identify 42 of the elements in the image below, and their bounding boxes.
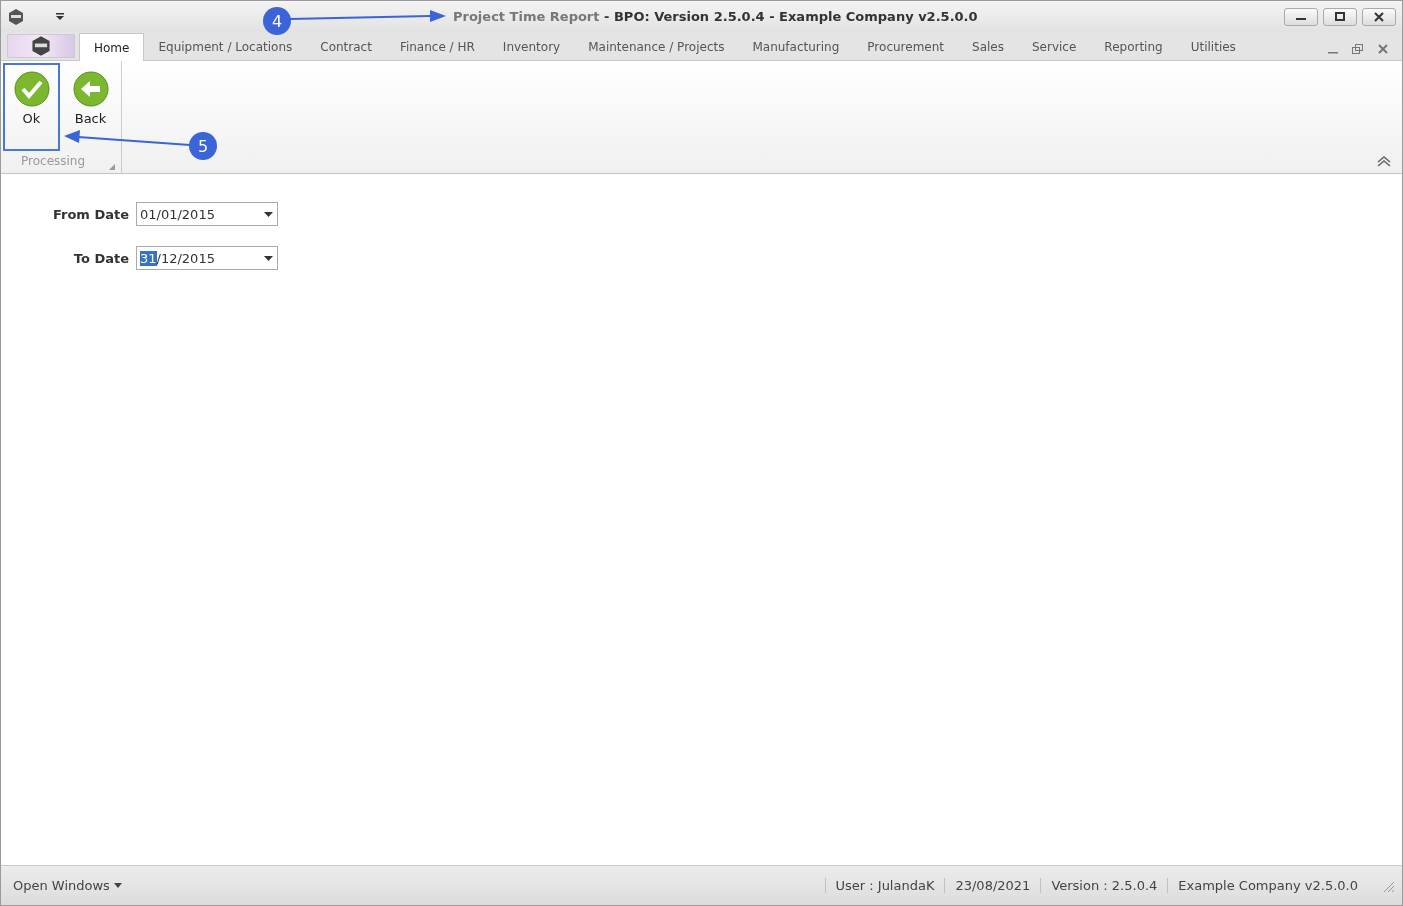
- maximize-icon: [1335, 12, 1345, 21]
- ribbon-tab[interactable]: Maintenance / Projects: [574, 33, 739, 60]
- application-menu-button[interactable]: [7, 34, 75, 58]
- date-field[interactable]: 01/01/2015: [136, 202, 278, 226]
- restore-icon[interactable]: [1352, 44, 1364, 54]
- ribbon-tab[interactable]: Procurement: [853, 33, 959, 60]
- dialog-launcher-icon[interactable]: [109, 164, 116, 170]
- dropdown-caret-icon[interactable]: [264, 211, 273, 217]
- dropdown-caret-icon[interactable]: [55, 12, 65, 21]
- app-logo-icon[interactable]: [7, 7, 25, 26]
- ribbon-button[interactable]: Ok: [3, 63, 60, 151]
- ribbon-tab[interactable]: Equipment / Locations: [144, 33, 307, 60]
- ribbon-tab[interactable]: Contract: [306, 33, 386, 60]
- app-logo-icon: [30, 35, 52, 57]
- dropdown-caret-icon[interactable]: [264, 255, 273, 261]
- status-item: User : JulandaK: [824, 878, 945, 893]
- close-button[interactable]: [1362, 7, 1396, 26]
- group-label: Processing: [21, 154, 86, 170]
- ribbon-tab[interactable]: Inventory: [488, 33, 575, 60]
- status-item: Example Company v2.5.0.0: [1167, 878, 1368, 893]
- checkmark-icon: [13, 71, 50, 107]
- status-item: 23/08/2021: [944, 878, 1041, 893]
- minimize-button[interactable]: [1284, 7, 1318, 26]
- maximize-button[interactable]: [1323, 7, 1357, 26]
- ribbon-tab[interactable]: Sales: [958, 33, 1018, 60]
- status-item: Version : 2.5.0.4: [1040, 878, 1168, 893]
- ribbon-button[interactable]: Back: [62, 63, 119, 151]
- field-label: To Date: [72, 250, 129, 266]
- caret-icon: [113, 883, 122, 888]
- ribbon-tab[interactable]: Utilities: [1176, 33, 1250, 60]
- ribbon-tab[interactable]: Home: [79, 33, 145, 61]
- collapse-ribbon-icon[interactable]: [1376, 155, 1392, 167]
- field-label: From Date: [51, 206, 129, 222]
- ribbon-tab[interactable]: Manufacturing: [738, 33, 854, 60]
- open-windows-menu[interactable]: Open Windows: [9, 878, 126, 893]
- resize-grip-icon[interactable]: [1382, 879, 1394, 892]
- window-title: Project Time Report - BPO: Version 2.5.0.4 - Example Company v2.5.0.0: [453, 9, 978, 24]
- ribbon-tab[interactable]: Finance / HR: [385, 33, 489, 60]
- ribbon-tab[interactable]: Service: [1018, 33, 1091, 60]
- close-icon[interactable]: [1378, 44, 1388, 54]
- ribbon-tab[interactable]: Reporting: [1090, 33, 1177, 60]
- close-icon: [1374, 11, 1384, 22]
